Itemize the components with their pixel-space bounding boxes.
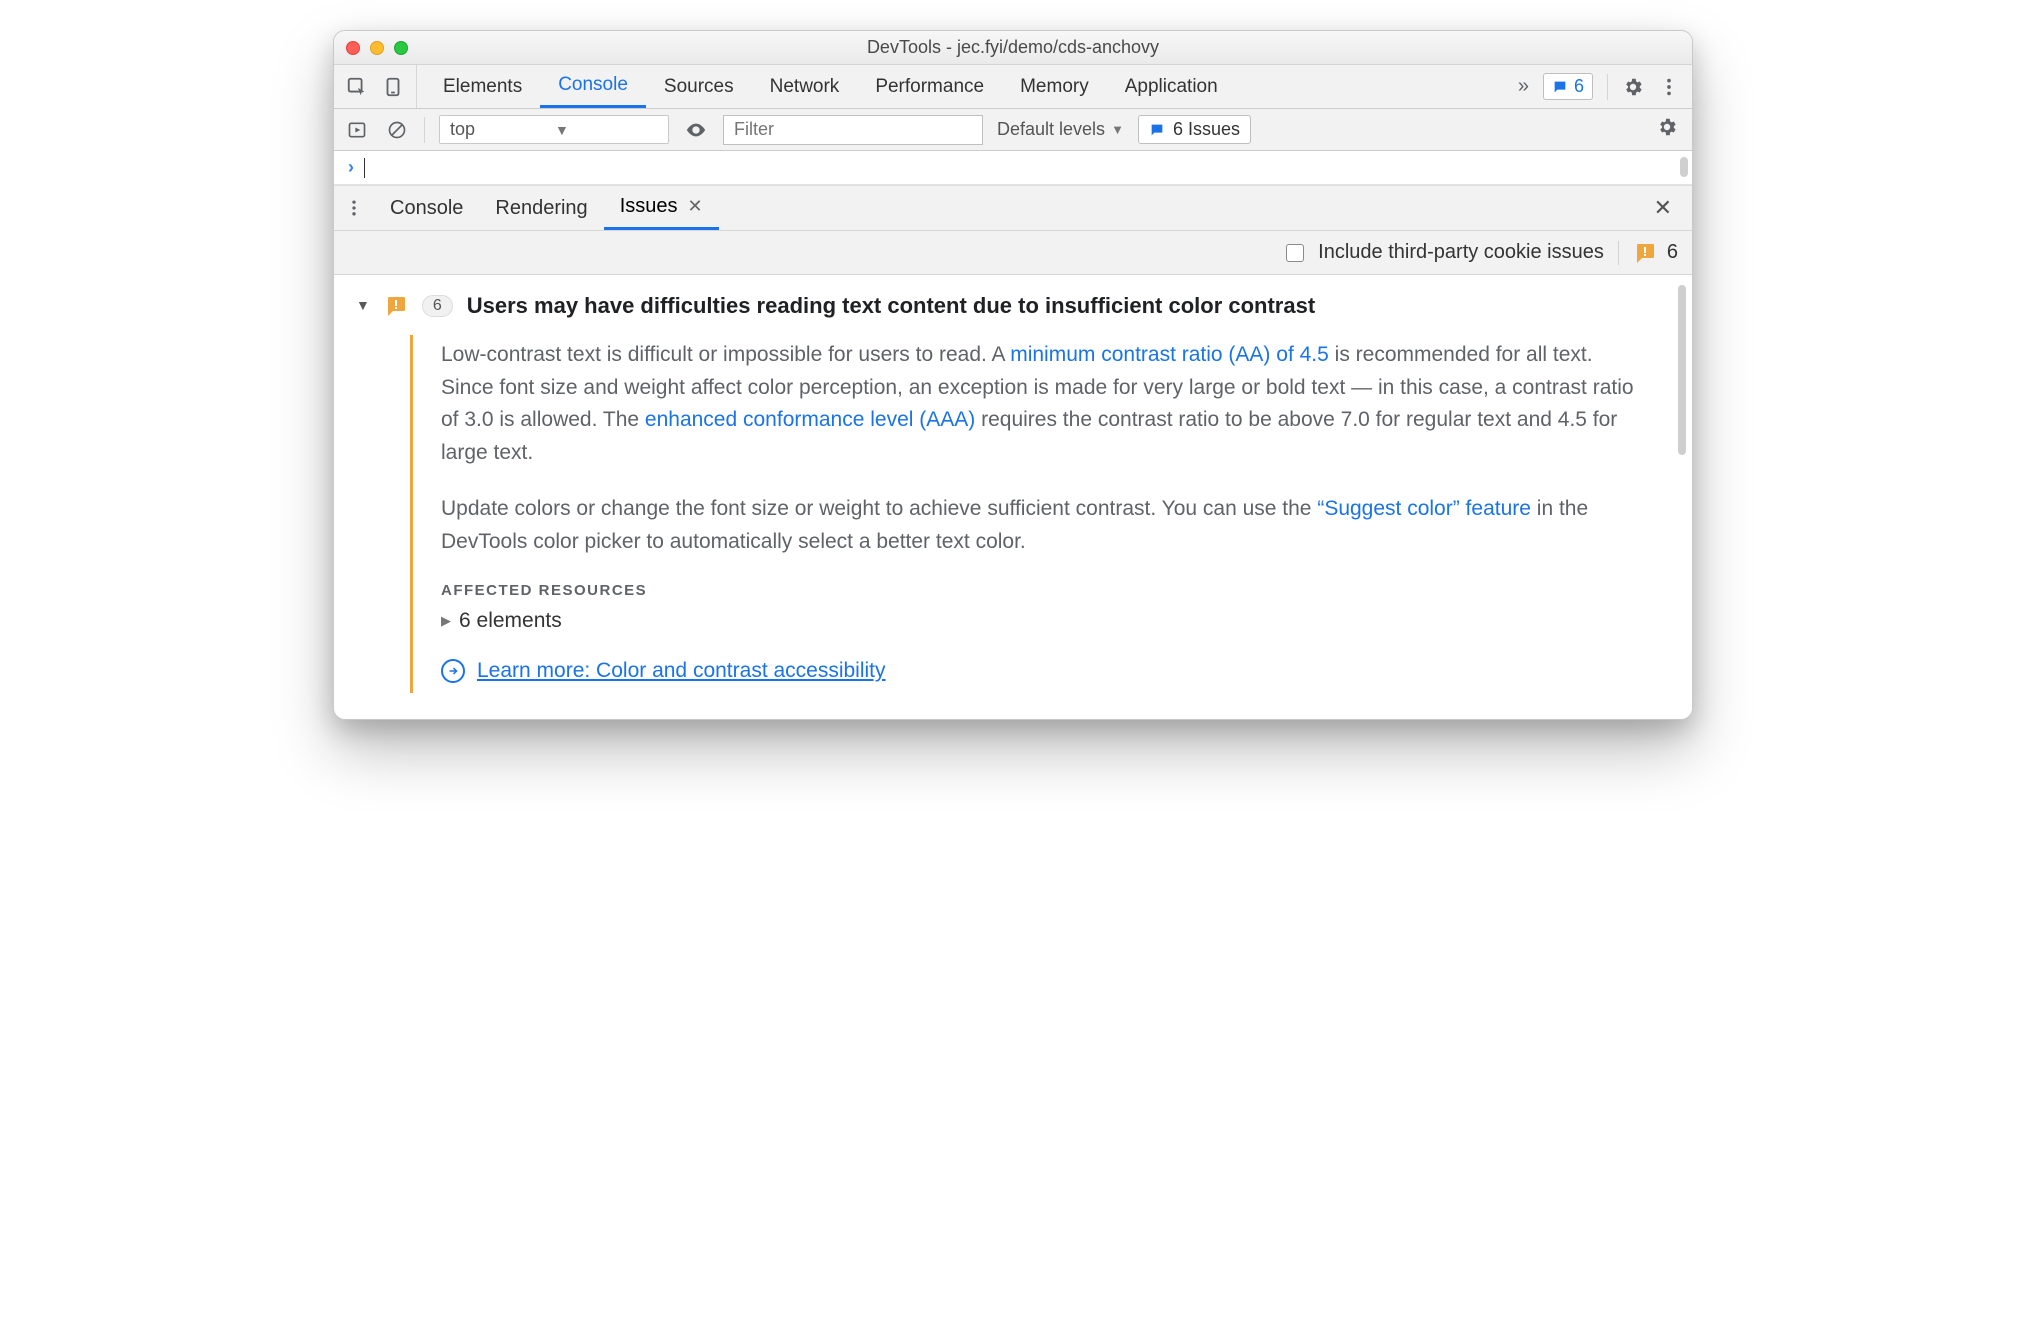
zoom-window-button[interactable]	[394, 41, 408, 55]
issues-pill[interactable]: 6 Issues	[1138, 115, 1251, 144]
include-third-party-checkbox[interactable]	[1286, 244, 1304, 262]
console-toolbar: top ▼ Default levels ▼ 6 Issues	[334, 109, 1692, 151]
scrollbar-thumb[interactable]	[1678, 285, 1686, 455]
issues-total: 6	[1618, 241, 1678, 265]
link-contrast-aaa[interactable]: enhanced conformance level (AAA)	[645, 408, 975, 431]
issue-paragraph-2: Update colors or change the font size or…	[441, 493, 1644, 558]
main-tab-bar: Elements Console Sources Network Perform…	[334, 65, 1692, 109]
close-tab-icon[interactable]: ✕	[688, 196, 703, 217]
drawer-tab-console[interactable]: Console	[374, 186, 479, 230]
link-suggest-color[interactable]: “Suggest color” feature	[1317, 497, 1531, 520]
tab-network[interactable]: Network	[752, 65, 858, 108]
log-levels-select[interactable]: Default levels ▼	[997, 119, 1124, 140]
warning-icon	[384, 294, 408, 318]
console-prompt[interactable]: ›	[334, 151, 1692, 185]
close-drawer-icon[interactable]: ✕	[1644, 186, 1682, 230]
issue-body: Low-contrast text is difficult or imposs…	[410, 335, 1670, 693]
live-expression-icon[interactable]	[683, 117, 709, 143]
issues-total-count: 6	[1667, 241, 1678, 264]
context-value: top	[450, 119, 475, 140]
issue-header[interactable]: ▼ 6 Users may have difficulties reading …	[356, 293, 1670, 319]
devtools-window: DevTools - jec.fyi/demo/cds-anchovy Elem…	[333, 30, 1693, 720]
inspect-icon[interactable]	[346, 76, 368, 98]
link-contrast-aa[interactable]: minimum contrast ratio (AA) of 4.5	[1010, 343, 1329, 366]
learn-more-row: Learn more: Color and contrast accessibi…	[441, 659, 1644, 683]
drawer-more-icon[interactable]	[344, 186, 374, 230]
tab-application[interactable]: Application	[1107, 65, 1236, 108]
tab-memory[interactable]: Memory	[1002, 65, 1107, 108]
warning-icon	[1633, 241, 1657, 265]
affected-elements-label: 6 elements	[459, 609, 562, 633]
issue-title: Users may have difficulties reading text…	[467, 293, 1315, 319]
text-caret	[364, 158, 365, 178]
tab-elements[interactable]: Elements	[425, 65, 540, 108]
expand-toggle-icon[interactable]: ▼	[356, 297, 370, 313]
affected-elements-row[interactable]: ▶ 6 elements	[441, 609, 1644, 633]
toggle-sidebar-icon[interactable]	[344, 117, 370, 143]
issues-badge-count: 6	[1574, 76, 1584, 97]
more-tabs-icon[interactable]: »	[1518, 75, 1529, 98]
dropdown-icon: ▼	[1111, 122, 1124, 137]
arrow-right-circle-icon	[441, 659, 465, 683]
clear-console-icon[interactable]	[384, 117, 410, 143]
issue-paragraph-1: Low-contrast text is difficult or imposs…	[441, 339, 1644, 469]
log-levels-label: Default levels	[997, 119, 1105, 140]
dropdown-icon: ▼	[555, 122, 569, 138]
tab-sources[interactable]: Sources	[646, 65, 752, 108]
tab-performance[interactable]: Performance	[857, 65, 1002, 108]
drawer-tab-rendering[interactable]: Rendering	[479, 186, 603, 230]
drawer-tab-issues[interactable]: Issues ✕	[604, 186, 719, 230]
filter-input[interactable]	[723, 115, 983, 145]
issue-panel: ▼ 6 Users may have difficulties reading …	[334, 275, 1692, 719]
settings-gear-icon[interactable]	[1622, 76, 1644, 98]
issues-pill-label: 6 Issues	[1173, 119, 1240, 140]
close-window-button[interactable]	[346, 41, 360, 55]
more-menu-icon[interactable]	[1658, 76, 1680, 98]
window-controls	[346, 41, 408, 55]
window-title: DevTools - jec.fyi/demo/cds-anchovy	[867, 37, 1159, 58]
drawer-tab-bar: Console Rendering Issues ✕ ✕	[334, 185, 1692, 231]
prompt-chevron-icon: ›	[348, 157, 354, 178]
context-select[interactable]: top ▼	[439, 115, 669, 144]
console-settings-icon[interactable]	[1656, 116, 1682, 143]
issue-count-pill: 6	[422, 295, 453, 317]
drawer-tab-issues-label: Issues	[620, 195, 678, 218]
titlebar: DevTools - jec.fyi/demo/cds-anchovy	[334, 31, 1692, 65]
issues-toolbar: Include third-party cookie issues 6	[334, 231, 1692, 275]
expand-icon: ▶	[441, 613, 451, 629]
include-third-party-label: Include third-party cookie issues	[1318, 241, 1604, 264]
scrollbar-thumb[interactable]	[1680, 157, 1688, 177]
learn-more-link[interactable]: Learn more: Color and contrast accessibi…	[477, 659, 886, 683]
device-toggle-icon[interactable]	[382, 76, 404, 98]
minimize-window-button[interactable]	[370, 41, 384, 55]
issues-badge[interactable]: 6	[1543, 73, 1593, 100]
tab-console[interactable]: Console	[540, 65, 646, 108]
affected-resources-heading: AFFECTED RESOURCES	[441, 582, 1644, 599]
